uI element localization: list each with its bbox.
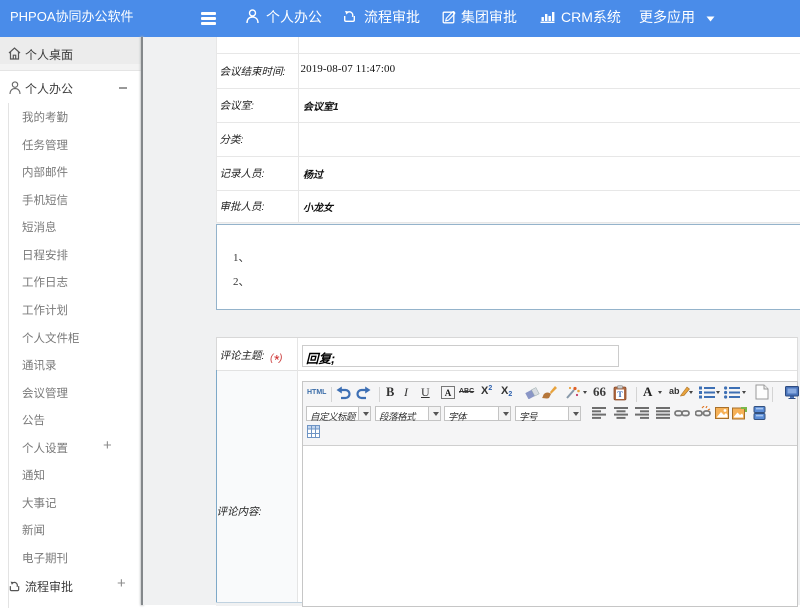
svg-text:T: T: [617, 390, 623, 399]
